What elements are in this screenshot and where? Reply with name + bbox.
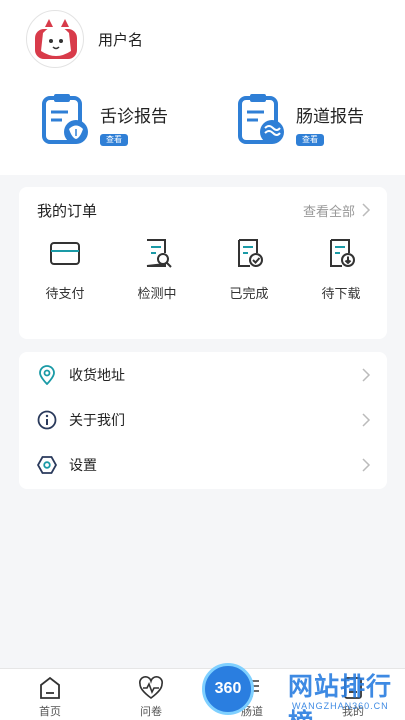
check-document-icon xyxy=(238,239,263,267)
menu-item-label: 关于我们 xyxy=(69,412,125,429)
avatar[interactable] xyxy=(26,10,84,68)
tab-home[interactable]: 首页 xyxy=(20,669,80,719)
username: 用户名 xyxy=(98,30,144,49)
menu-item-about-us[interactable]: 关于我们 xyxy=(19,397,387,442)
avatar-mascot-icon xyxy=(35,19,77,59)
gut-report-view-button[interactable]: 查看 xyxy=(296,134,324,146)
download-document-icon xyxy=(330,239,355,267)
watermark-subtitle: WANGZHAN360.CN xyxy=(292,701,389,711)
order-status-label: 检测中 xyxy=(137,287,177,302)
view-all-label: 查看全部 xyxy=(302,204,355,220)
watermark-badge: 360 xyxy=(202,663,254,715)
order-status-label: 待支付 xyxy=(45,287,85,302)
my-orders-card: 我的订单 查看全部 待支付 检测中 已完成 待下载 xyxy=(19,187,387,339)
order-status-label: 待下载 xyxy=(321,287,361,302)
chevron-right-icon xyxy=(362,457,371,472)
gut-report-title: 肠道报告 xyxy=(296,107,364,127)
tab-label: 问卷 xyxy=(140,705,162,718)
menu-item-settings[interactable]: 设置 xyxy=(19,442,387,487)
watermark-title: 网站排行榜 xyxy=(288,672,393,720)
profile-header: 用户名 舌诊报告 查看 肠道报告 查看 xyxy=(0,0,405,175)
search-document-icon xyxy=(146,239,172,268)
tongue-report-card[interactable]: 舌诊报告 查看 xyxy=(40,92,168,148)
home-icon xyxy=(40,676,60,699)
card-icon xyxy=(50,242,80,265)
order-status-to-download[interactable]: 待下载 xyxy=(295,237,387,302)
menu-item-label: 设置 xyxy=(69,457,97,474)
tab-label: 首页 xyxy=(39,705,61,718)
profile[interactable]: 用户名 xyxy=(26,10,143,68)
chevron-right-icon xyxy=(362,412,371,427)
tongue-report-title: 舌诊报告 xyxy=(100,107,168,127)
menu-item-shipping-address[interactable]: 收货地址 xyxy=(19,352,387,397)
menu-item-label: 收货地址 xyxy=(69,367,125,384)
tongue-report-icon xyxy=(42,94,88,144)
settings-icon xyxy=(37,455,57,474)
order-status-completed[interactable]: 已完成 xyxy=(203,237,295,302)
heartbeat-icon xyxy=(139,676,163,700)
location-pin-icon xyxy=(39,364,55,385)
gut-report-card[interactable]: 肠道报告 查看 xyxy=(236,92,364,148)
settings-menu: 收货地址 关于我们 设置 xyxy=(19,352,387,489)
watermark: 360 网站排行榜 WANGZHAN360.CN xyxy=(200,657,405,720)
orders-title: 我的订单 xyxy=(37,201,98,220)
view-all-orders-link[interactable]: 查看全部 xyxy=(303,201,371,220)
gut-report-icon xyxy=(238,94,284,144)
chevron-right-icon xyxy=(362,367,371,382)
order-status-testing[interactable]: 检测中 xyxy=(111,237,203,302)
info-icon xyxy=(37,410,57,429)
tab-questionnaire[interactable]: 问卷 xyxy=(121,669,181,719)
order-status-pending-payment[interactable]: 待支付 xyxy=(19,237,111,302)
chevron-right-icon xyxy=(362,203,371,217)
order-status-label: 已完成 xyxy=(229,287,269,302)
tongue-report-view-button[interactable]: 查看 xyxy=(100,134,128,146)
